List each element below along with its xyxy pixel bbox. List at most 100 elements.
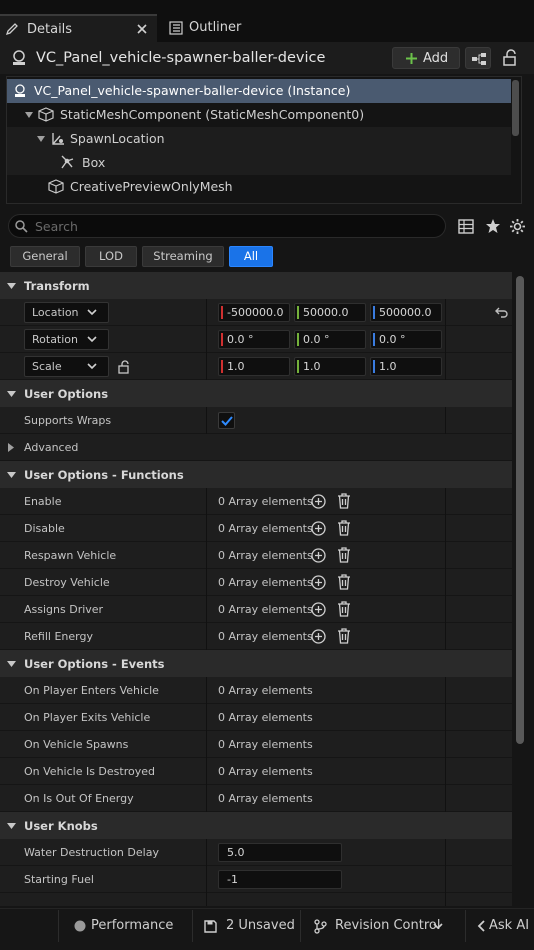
location-y-field[interactable]: 50000.0 bbox=[294, 303, 366, 322]
table-view-icon[interactable] bbox=[458, 219, 474, 234]
add-component-button[interactable]: Add bbox=[392, 47, 460, 69]
status-separator bbox=[192, 910, 193, 942]
rotation-dropdown[interactable]: Rotation bbox=[24, 329, 109, 350]
chevron-left-icon bbox=[477, 920, 485, 932]
properties-scrollbar[interactable] bbox=[516, 276, 524, 744]
tree-item-box[interactable]: Box bbox=[7, 151, 511, 175]
filter-general[interactable]: General bbox=[10, 246, 80, 267]
trash-icon[interactable] bbox=[337, 628, 351, 644]
close-icon[interactable] bbox=[137, 24, 147, 34]
property-row-supports-wraps: Supports Wraps bbox=[0, 407, 512, 434]
filter-streaming[interactable]: Streaming bbox=[142, 246, 224, 267]
add-element-icon[interactable] bbox=[311, 602, 326, 617]
advanced-expander[interactable]: Advanced bbox=[0, 434, 512, 461]
unsaved-label: 2 Unsaved bbox=[226, 918, 295, 933]
reset-arrow-icon[interactable] bbox=[495, 307, 508, 318]
chevron-down-icon bbox=[7, 283, 16, 289]
add-element-icon[interactable] bbox=[311, 494, 326, 509]
scale-dropdown[interactable]: Scale bbox=[24, 356, 109, 377]
scale-x-field[interactable]: 1.0 bbox=[218, 357, 290, 376]
category-user-options[interactable]: User Options bbox=[0, 380, 512, 407]
trash-icon[interactable] bbox=[337, 520, 351, 536]
chevron-down-icon[interactable] bbox=[37, 136, 45, 142]
column-divider bbox=[206, 542, 207, 569]
property-row: On Player Exits Vehicle 0 Array elements bbox=[0, 704, 512, 731]
location-z-field[interactable]: 500000.0 bbox=[370, 303, 442, 322]
property-row-starting-fuel: Starting Fuel -1 bbox=[0, 866, 512, 893]
gear-icon[interactable] bbox=[509, 218, 526, 235]
category-title: Transform bbox=[24, 279, 90, 293]
tree-item-preview-mesh[interactable]: CreativePreviewOnlyMesh bbox=[7, 175, 511, 199]
property-row: On Vehicle Is Destroyed 0 Array elements bbox=[0, 758, 512, 785]
save-icon bbox=[204, 920, 217, 933]
filter-all[interactable]: All bbox=[229, 246, 273, 267]
tab-details[interactable]: Details bbox=[0, 14, 157, 42]
lock-open-icon[interactable] bbox=[118, 360, 131, 374]
trash-icon[interactable] bbox=[337, 601, 351, 617]
plus-icon bbox=[406, 53, 417, 64]
axis-z-marker bbox=[373, 333, 375, 346]
location-y-value: 50000.0 bbox=[303, 306, 349, 319]
blueprint-button[interactable] bbox=[465, 47, 491, 69]
status-separator bbox=[300, 910, 301, 942]
rotation-y-field[interactable]: 0.0 ° bbox=[294, 330, 366, 349]
chevron-right-icon bbox=[8, 443, 14, 452]
scene-component-icon bbox=[52, 133, 64, 145]
location-dropdown[interactable]: Location bbox=[24, 302, 109, 323]
tree-item-static-mesh[interactable]: StaticMeshComponent (StaticMeshComponent… bbox=[7, 103, 511, 127]
property-label: On Is Out Of Energy bbox=[24, 792, 134, 805]
rotation-z-field[interactable]: 0.0 ° bbox=[370, 330, 442, 349]
rotation-x-field[interactable]: 0.0 ° bbox=[218, 330, 290, 349]
field-value: 5.0 bbox=[227, 846, 245, 859]
tree-item-label: VC_Panel_vehicle-spawner-baller-device (… bbox=[34, 83, 351, 98]
trash-icon[interactable] bbox=[337, 547, 351, 563]
column-divider bbox=[445, 569, 446, 596]
tree-scrollbar[interactable] bbox=[512, 80, 519, 136]
tab-outliner[interactable]: Outliner bbox=[160, 14, 280, 42]
scale-y-value: 1.0 bbox=[303, 360, 321, 373]
chevron-down-icon bbox=[87, 363, 97, 370]
category-events[interactable]: User Options - Events bbox=[0, 650, 512, 677]
trash-icon[interactable] bbox=[337, 493, 351, 509]
search-icon bbox=[15, 220, 28, 233]
scale-y-field[interactable]: 1.0 bbox=[294, 357, 366, 376]
unlock-icon[interactable] bbox=[502, 49, 518, 66]
supports-wraps-checkbox[interactable] bbox=[218, 412, 235, 429]
starting-fuel-input[interactable]: -1 bbox=[218, 870, 342, 889]
trash-icon[interactable] bbox=[337, 574, 351, 590]
actor-icon bbox=[13, 50, 25, 65]
location-x-field[interactable]: -500000.0 bbox=[218, 303, 290, 322]
column-divider bbox=[206, 515, 207, 542]
property-label: Water Destruction Delay bbox=[24, 846, 159, 859]
add-element-icon[interactable] bbox=[311, 548, 326, 563]
category-transform[interactable]: Transform bbox=[0, 272, 512, 299]
filter-lod[interactable]: LOD bbox=[85, 246, 137, 267]
column-divider bbox=[445, 326, 446, 353]
search-input[interactable]: Search bbox=[8, 214, 446, 238]
tab-details-label: Details bbox=[27, 22, 73, 37]
tree-item-instance[interactable]: VC_Panel_vehicle-spawner-baller-device (… bbox=[7, 79, 511, 103]
component-tree: VC_Panel_vehicle-spawner-baller-device (… bbox=[6, 76, 522, 204]
column-divider bbox=[206, 596, 207, 623]
chevron-down-icon[interactable] bbox=[25, 112, 33, 118]
scale-z-field[interactable]: 1.0 bbox=[370, 357, 442, 376]
column-divider bbox=[206, 488, 207, 515]
add-element-icon[interactable] bbox=[311, 629, 326, 644]
water-destruction-delay-input[interactable]: 5.0 bbox=[218, 843, 342, 862]
actor-icon bbox=[15, 84, 25, 97]
property-label: On Vehicle Is Destroyed bbox=[24, 765, 155, 778]
property-row-location: Location -500000.0 50000.0 500000.0 bbox=[0, 299, 512, 326]
add-element-icon[interactable] bbox=[311, 575, 326, 590]
add-element-icon[interactable] bbox=[311, 521, 326, 536]
category-functions[interactable]: User Options - Functions bbox=[0, 461, 512, 488]
column-divider bbox=[445, 731, 446, 758]
property-label: Respawn Vehicle bbox=[24, 549, 117, 562]
category-user-knobs[interactable]: User Knobs bbox=[0, 812, 512, 839]
star-icon[interactable] bbox=[485, 218, 501, 234]
property-label: On Player Exits Vehicle bbox=[24, 711, 151, 724]
axis-x-marker bbox=[221, 333, 223, 346]
tree-item-spawn-location[interactable]: SpawnLocation bbox=[7, 127, 511, 151]
rotation-y-value: 0.0 ° bbox=[303, 333, 330, 346]
search-placeholder: Search bbox=[35, 219, 78, 234]
array-count: 0 Array elements bbox=[218, 495, 313, 508]
